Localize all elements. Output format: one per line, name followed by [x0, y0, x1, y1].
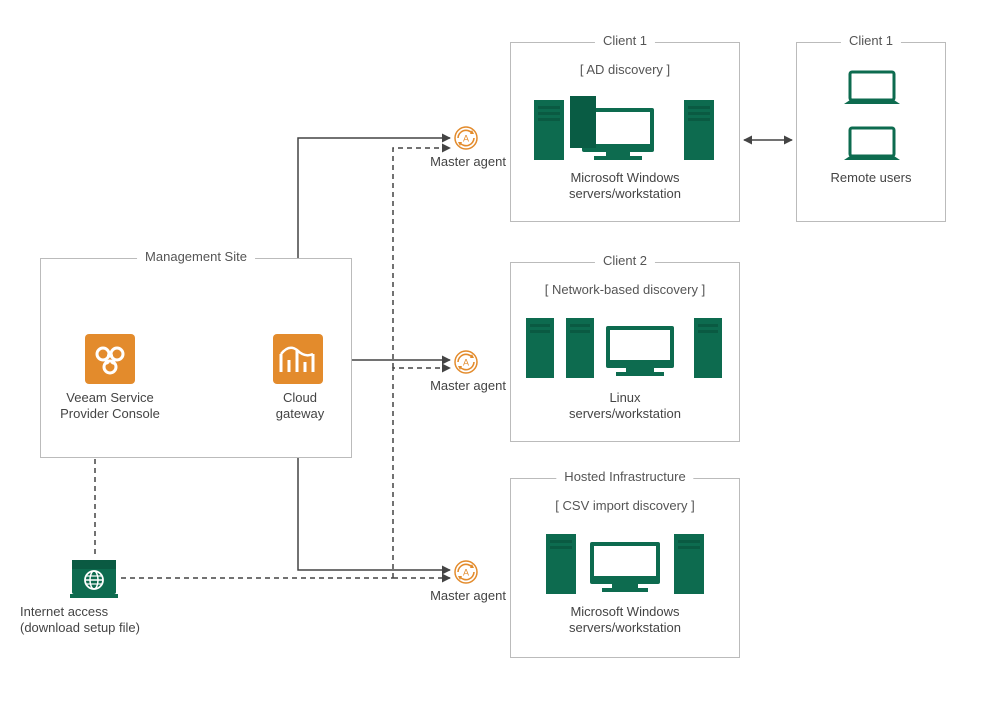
hosted-title: Hosted Infrastructure [556, 469, 693, 484]
client2-discovery-label: [ Network-based discovery ] [510, 282, 740, 298]
remote-laptop-icon-2 [844, 126, 900, 167]
client1-title: Client 1 [595, 33, 655, 48]
client1-servers-label: Microsoft Windows servers/workstation [510, 170, 740, 203]
client2-servers-label: Linux servers/workstation [510, 390, 740, 423]
client1b-title: Client 1 [841, 33, 901, 48]
hosted-servers-label: Microsoft Windows servers/workstation [510, 604, 740, 637]
client1-discovery-label: [ AD discovery ] [510, 62, 740, 78]
diagram-canvas: Management Site Veeam Service Provider C… [0, 0, 986, 706]
svg-text:A: A [463, 358, 469, 368]
cloud-gateway-label: Cloud gateway [270, 390, 330, 423]
master-agent-label-3: Master agent [428, 588, 508, 604]
client2-title: Client 2 [595, 253, 655, 268]
master-agent-icon-1: A [454, 126, 478, 153]
management-site-title: Management Site [137, 249, 255, 264]
hosted-server-icon [546, 528, 706, 603]
client1-server-icon [534, 94, 716, 169]
master-agent-label-2: Master agent [428, 378, 508, 394]
master-agent-icon-2: A [454, 350, 478, 377]
internet-access-label: Internet access (download setup file) [20, 604, 180, 637]
vspc-icon [85, 334, 135, 387]
svg-text:A: A [463, 568, 469, 578]
vspc-label: Veeam Service Provider Console [60, 390, 160, 423]
internet-access-icon [70, 558, 118, 603]
master-agent-label-1: Master agent [428, 154, 508, 170]
master-agent-icon-3: A [454, 560, 478, 587]
svg-text:A: A [463, 134, 469, 144]
cloud-gateway-icon [273, 334, 323, 387]
hosted-discovery-label: [ CSV import discovery ] [510, 498, 740, 514]
remote-users-label: Remote users [796, 170, 946, 186]
client2-server-icon [526, 312, 726, 387]
remote-laptop-icon-1 [844, 70, 900, 111]
